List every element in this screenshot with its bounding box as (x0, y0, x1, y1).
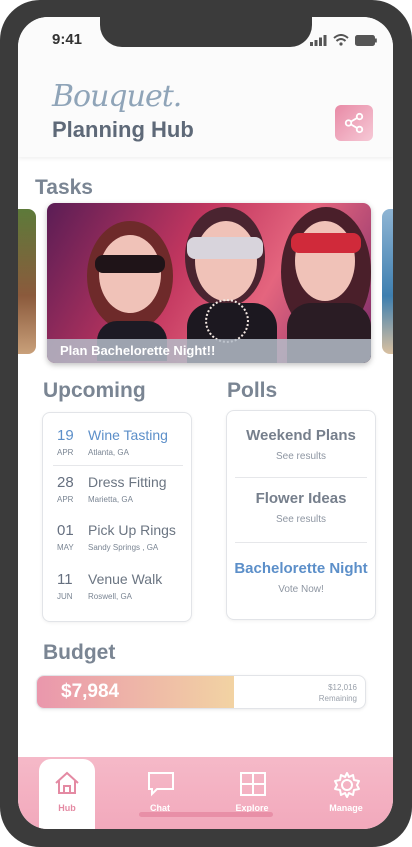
poll-item[interactable]: Weekend Plans See results (227, 427, 375, 462)
event-location: Marietta, GA (88, 495, 133, 504)
event-day: 11 (57, 571, 73, 588)
phone-frame: Bouquet. Planning Hub 9:41 Tasks Plan Ba… (0, 0, 412, 847)
divider (235, 477, 367, 478)
app-logo: Bouquet. (52, 79, 182, 114)
chat-icon (148, 772, 174, 797)
page-title: Planning Hub (52, 117, 194, 142)
divider (235, 542, 367, 543)
poll-action: See results (275, 514, 327, 525)
wifi-icon (333, 34, 349, 46)
event-location: Roswell, GA (88, 592, 133, 601)
budget-bar[interactable]: $7,984 $12,016 Remaining (36, 675, 366, 709)
home-icon (55, 771, 79, 794)
battery-icon (355, 34, 377, 46)
home-indicator[interactable] (139, 812, 273, 817)
share-button[interactable] (335, 105, 373, 141)
poll-title: Flower Ideas (255, 490, 347, 507)
event-title: Venue Walk (88, 571, 163, 587)
upcoming-heading: Upcoming (43, 379, 146, 402)
upcoming-item[interactable]: 28 APR Dress Fitting Marietta, GA (43, 474, 191, 522)
upcoming-item[interactable]: 11 JUN Venue Walk Roswell, GA (43, 571, 191, 619)
tab-label: Manage (329, 803, 363, 813)
polls-heading: Polls (227, 379, 278, 402)
event-month: JUN (57, 592, 73, 601)
upcoming-item[interactable]: 19 APR Wine Tasting Atlanta, GA (43, 427, 191, 475)
tab-manage[interactable]: Manage (318, 765, 374, 825)
budget-remaining: $12,016 Remaining (319, 682, 357, 704)
tasks-heading: Tasks (35, 176, 93, 199)
app-screen: Bouquet. Planning Hub 9:41 Tasks Plan Ba… (18, 17, 393, 829)
event-day: 01 (57, 522, 74, 539)
poll-title: Weekend Plans (246, 427, 356, 444)
event-month: MAY (57, 543, 74, 552)
upcoming-card: 19 APR Wine Tasting Atlanta, GA 28 APR D… (42, 412, 192, 622)
divider (53, 465, 183, 466)
upcoming-item[interactable]: 01 MAY Pick Up Rings Sandy Springs , GA (43, 522, 191, 570)
polls-card: Weekend Plans See results Flower Ideas S… (226, 410, 376, 620)
event-day: 28 (57, 474, 74, 491)
status-time: 9:41 (52, 31, 83, 48)
event-location: Atlanta, GA (88, 448, 129, 457)
event-title: Dress Fitting (88, 474, 167, 490)
budget-spent: $7,984 (61, 681, 120, 702)
poll-title: Bachelorette Night (234, 560, 368, 577)
tab-label: Hub (58, 803, 76, 813)
poll-action: See results (275, 451, 327, 462)
gear-icon (334, 772, 360, 798)
share-icon (344, 112, 364, 134)
event-day: 19 (57, 427, 74, 444)
task-card-label: Plan Bachelorette Night!! (47, 339, 371, 363)
event-month: APR (57, 495, 74, 504)
event-title: Pick Up Rings (88, 522, 176, 538)
tab-bar: Hub Chat Explore Manage (18, 757, 393, 829)
signal-icon (310, 34, 327, 46)
event-title: Wine Tasting (88, 427, 168, 443)
carousel-prev-card[interactable] (18, 209, 36, 354)
poll-action: Vote Now! (278, 584, 324, 595)
poll-item[interactable]: Flower Ideas See results (227, 490, 375, 525)
task-card[interactable]: Plan Bachelorette Night!! (47, 203, 371, 363)
poll-item[interactable]: Bachelorette Night Vote Now! (227, 560, 375, 595)
carousel-next-card[interactable] (382, 209, 393, 354)
content-bottom-edge (18, 729, 393, 757)
event-month: APR (57, 448, 74, 457)
device-notch (100, 17, 312, 47)
budget-heading: Budget (43, 641, 116, 664)
tab-hub[interactable]: Hub (39, 759, 95, 829)
budget-remaining-label: Remaining (318, 694, 357, 703)
budget-remaining-amount: $12,016 (328, 683, 357, 692)
status-icons (310, 34, 377, 46)
grid-icon (240, 772, 266, 796)
event-location: Sandy Springs , GA (88, 543, 159, 552)
